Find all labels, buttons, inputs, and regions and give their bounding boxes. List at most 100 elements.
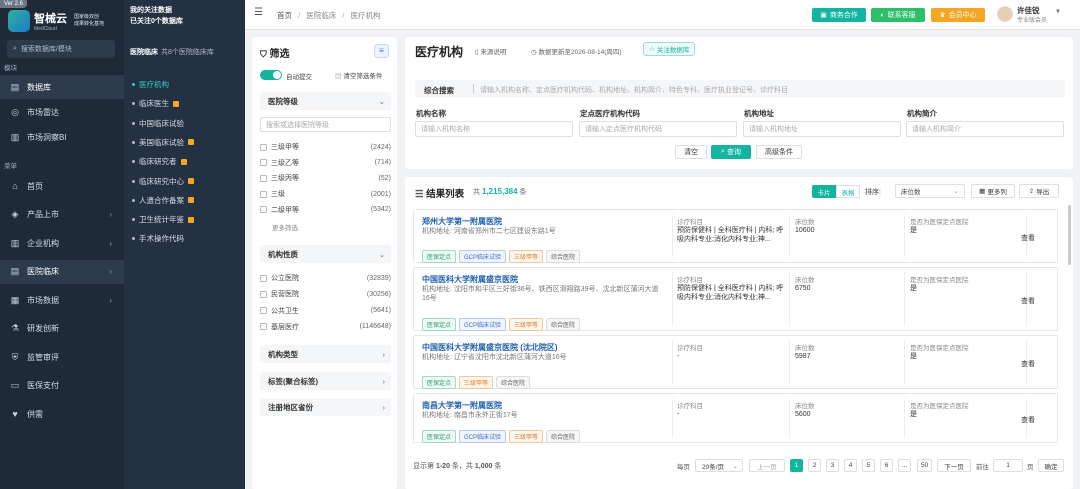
nav-menu-item-2[interactable]: ▥ 企业机构 › [0,231,124,255]
view-link[interactable]: 查看 [1021,233,1035,243]
nav-menu-item-7[interactable]: ▭ 医保支付 [0,374,124,398]
nav-menu-item-6[interactable]: ⛨ 监管审评 [0,345,124,369]
more-filter-link[interactable]: 更多筛选 [272,222,298,232]
goto-page-input[interactable]: 1 [993,459,1023,472]
address-input[interactable]: 请输入机构地址 [743,121,901,137]
avatar[interactable] [997,6,1013,22]
view-card-tab[interactable]: 卡片 [812,185,836,198]
checkbox[interactable] [260,307,267,315]
checkbox[interactable] [260,190,267,198]
service-button[interactable]: ◐ 联系客服 [871,8,925,22]
nav-menu-item-4[interactable]: ▦ 市场数据 › [0,288,124,312]
page-button-1[interactable]: 1 [790,459,803,472]
subnav-item-0[interactable]: 医疗机构 [132,79,169,90]
filter-option[interactable]: 三级乙等 (714) [260,157,391,169]
view-link[interactable]: 查看 [1021,415,1035,425]
results-scrollbar[interactable] [1068,205,1071,265]
subnav-item-7[interactable]: 卫生统计年鉴 [132,214,194,225]
user-dropdown-icon[interactable]: ▼ [1055,9,1061,15]
filter-option[interactable]: 公立医院 (32839) [260,272,391,284]
nav-menu-item-0[interactable]: ⌂ 首页 [0,174,124,198]
per-page-select[interactable]: 20条/页 ⌄ [695,459,743,472]
more-columns-button[interactable]: ▦ 更多列 [971,184,1015,198]
filter-option-label: 民营医院 [271,291,299,299]
business-button[interactable]: ▣ 商务合作 [812,8,866,22]
filter-option[interactable]: 三级丙等 (52) [260,172,391,184]
section-nature[interactable]: 机构性质 ⌄ [260,245,391,263]
menu-toggle-icon[interactable]: ☰ [254,7,263,18]
section-tag[interactable]: 标签(聚合标签) › [260,372,391,390]
section-region[interactable]: 注册地区省份 › [260,398,391,416]
source-link[interactable]: ▯ 来源说明 [475,46,506,56]
subnav-item-5[interactable]: 临床研究中心 [132,176,194,187]
section-hospital-level[interactable]: 医院等级 ⌄ [260,92,391,110]
follow-db-button[interactable]: ☆ 关注数据库 [643,42,696,56]
subnav-item-6[interactable]: 人遗合作备案 [132,195,194,206]
prev-page-button[interactable]: 上一页 [749,459,785,472]
nav-menu-item-8[interactable]: ♥ 供需 [0,402,124,426]
filter-menu-icon[interactable]: ≡ [374,44,389,58]
combo-search-box[interactable]: 综合搜索 请输入机构名称、定点医疗机构代码、机构地址、机构简介、特色专科、医疗执… [415,80,1065,98]
section-type[interactable]: 机构类型 › [260,345,391,363]
filter-option[interactable]: 民营医院 (30256) [260,288,391,300]
query-button[interactable]: ⌕ 查询 [711,145,751,159]
page-button-50[interactable]: 50 [917,459,933,472]
combo-search-input[interactable]: 请输入机构名称、定点医疗机构代码、机构地址、机构简介、特色专科、医疗执业登记号、… [480,85,788,95]
checkbox[interactable] [260,274,267,282]
subnav-item-8[interactable]: 手术操作代码 [132,233,184,244]
auto-submit-toggle[interactable] [260,70,282,80]
logo[interactable]: 智械云 MedCloud 国家级双创 成果转化基地 [8,10,104,32]
page-button-6[interactable]: 6 [880,459,893,472]
level-search-input[interactable]: 搜索或选择医院等级 [260,117,391,132]
intro-input[interactable]: 请输入机构简介 [906,121,1064,137]
view-link[interactable]: 查看 [1021,359,1035,369]
page-button-4[interactable]: 4 [844,459,857,472]
view-link[interactable]: 查看 [1021,296,1035,306]
nav-menu-item-1[interactable]: ◈ 产品上市 › [0,203,124,227]
member-button[interactable]: ♛ 会员中心 [931,8,985,22]
next-page-button[interactable]: 下一页 [937,459,971,472]
page-button-...[interactable]: ... [898,459,912,472]
code-input[interactable]: 请输入定点医疗机构代码 [579,121,737,137]
filter-option[interactable]: 三级甲等 (2424) [260,141,391,153]
filter-option[interactable]: 二级甲等 (5342) [260,204,391,216]
nav-search-input[interactable]: ⌕ 搜索数据库/模块 [7,40,115,58]
subnav-item-4[interactable]: 临床研究者 [132,156,187,167]
clear-button[interactable]: 清空 [675,145,707,159]
goto-confirm-button[interactable]: 确定 [1038,459,1064,472]
checkbox[interactable] [260,290,267,298]
checkbox[interactable] [260,323,267,331]
hospital-name-link[interactable]: 中国医科大学附属盛京医院 [422,274,518,285]
filter-option[interactable]: 基层医疗 (1146648) [260,321,391,333]
checkbox[interactable] [260,143,267,151]
subnav-item-2[interactable]: 中国临床试验 [132,118,184,129]
nav-item-2[interactable]: ▥ 市场洞察BI [0,125,124,149]
nav-menu-item-3[interactable]: ▤ 医院临床 › [0,259,124,284]
filter-option[interactable]: 三级 (2001) [260,188,391,200]
nav-item-0[interactable]: ▤ 数据库 [0,75,124,99]
chevron-down-icon: ⌄ [953,188,959,195]
fav-title[interactable]: 我的关注数据 [130,5,172,15]
view-table-tab[interactable]: 表格 [836,185,860,198]
subnav-item-3[interactable]: 美国临床试验 [132,137,194,148]
crumb-home[interactable]: 首页 [277,11,292,20]
checkbox[interactable] [260,206,267,214]
crumb-section[interactable]: 医院临床 [306,11,336,20]
page-button-2[interactable]: 2 [808,459,821,472]
hospital-name-link[interactable]: 中国医科大学附属盛京医院 (沈北院区) [422,342,558,353]
checkbox[interactable] [260,159,267,167]
export-button[interactable]: ⇪ 导出 [1019,184,1059,198]
advanced-button[interactable]: 高级条件 [756,145,802,159]
clear-filter-button[interactable]: ▤ 清空筛选条件 [335,70,382,80]
page-button-5[interactable]: 5 [862,459,875,472]
nav-item-1[interactable]: ◎ 市场雷达 [0,100,124,124]
page-button-3[interactable]: 3 [826,459,839,472]
checkbox[interactable] [260,174,267,182]
hospital-name-link[interactable]: 郑州大学第一附属医院 [422,216,502,227]
name-input[interactable]: 请输入机构名称 [415,121,573,137]
nav-menu-item-5[interactable]: ⚗ 研发创新 [0,317,124,341]
hospital-name-link[interactable]: 南昌大学第一附属医院 [422,400,502,411]
filter-option[interactable]: 公共卫生 (5641) [260,305,391,317]
sort-select[interactable]: 床位数 ⌄ [895,184,965,198]
subnav-item-1[interactable]: 临床医生 [132,98,179,109]
